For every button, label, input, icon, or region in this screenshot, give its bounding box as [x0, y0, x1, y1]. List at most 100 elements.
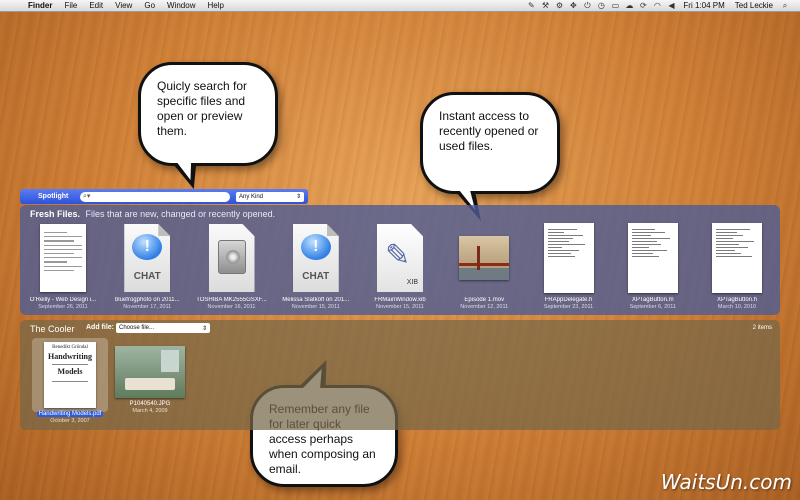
cover-title-1: Handwriting	[47, 352, 92, 361]
sync-icon[interactable]: ⟳	[636, 1, 650, 10]
file-date: September 6, 2011	[629, 304, 676, 310]
fresh-files-header: Fresh Files. Files that are new, changed…	[30, 209, 275, 219]
callout-tail	[172, 163, 206, 189]
cooler-item-selected[interactable]: Benedikt Gröndal Handwriting Models Hand…	[32, 338, 108, 424]
file-item[interactable]: ✎ XIB FRMainWindow.xib November 15, 2011	[365, 223, 435, 310]
cooler-file-date: October 3, 2007	[50, 418, 90, 424]
file-item[interactable]: ! CHAT Melissa Slatkoff on 201... Novemb…	[281, 223, 351, 310]
source-code-icon	[627, 223, 678, 293]
file-thumbnail	[627, 223, 678, 293]
menu-go[interactable]: Go	[138, 1, 161, 10]
fresh-files-title: Fresh Files.	[30, 209, 81, 219]
source-code-icon	[543, 223, 594, 293]
power-icon[interactable]: ⏻	[580, 1, 594, 11]
xib-file-icon: ✎ XIB	[377, 224, 423, 292]
clock-icon[interactable]: ◷	[594, 1, 608, 10]
menu-extras: ✎ ⚒ ⚙ ✥ ⏻ ◷ ▭ ☁ ⟳ ◠ ◀ Fri 1:04 PM Ted Le…	[524, 1, 800, 11]
spotlight-search-input[interactable]: ⌕▾	[80, 191, 230, 202]
file-item[interactable]: O'Reilly - Web Design i... September 26,…	[28, 223, 98, 310]
spotlight-bar: Spotlight ⌕▾ Any Kind ⇕	[20, 189, 308, 204]
file-item[interactable]: XPTagButton.h March 10, 2010	[702, 223, 772, 310]
file-thumbnail	[459, 223, 510, 293]
kind-select[interactable]: Any Kind ⇕	[236, 191, 304, 202]
display-icon[interactable]: ▭	[608, 1, 622, 10]
file-thumbnail	[207, 223, 257, 293]
file-thumbnail	[543, 223, 594, 293]
cooler-title: The Cooler	[30, 324, 75, 334]
menu-edit[interactable]: Edit	[83, 1, 109, 10]
choose-file-value: Choose file...	[119, 325, 155, 331]
menu-view[interactable]: View	[109, 1, 138, 10]
file-item[interactable]: XPTagButton.m September 6, 2011	[618, 223, 688, 310]
menu-help[interactable]: Help	[201, 1, 229, 10]
updown-arrows-icon: ⇕	[201, 325, 207, 332]
file-item[interactable]: Episode 1.mov November 12, 2011	[449, 223, 519, 310]
pdf-cover-thumbnail: Benedikt Gröndal Handwriting Models	[44, 342, 96, 408]
callout-search-text: Quicly search for specific files and ope…	[157, 79, 248, 138]
chat-label: CHAT	[133, 271, 161, 282]
file-name: XPTagButton.m	[631, 297, 674, 303]
cooler-panel: The Cooler Add file: Choose file... ⇕ 2 …	[20, 320, 780, 430]
hard-drive-icon	[208, 224, 255, 292]
file-date: November 15, 2011	[291, 304, 340, 310]
watermark: WaitsUn.com	[660, 470, 792, 494]
menu-file[interactable]: File	[58, 1, 83, 10]
cooler-file-date: March 4, 2009	[132, 408, 168, 414]
file-name: bluefrogphoto on 2011...	[114, 297, 180, 303]
chat-transcript-icon: ! CHAT	[124, 224, 171, 292]
photo-thumbnail	[115, 346, 185, 398]
file-date: September 23, 2011	[543, 304, 594, 310]
pen-icon[interactable]: ✎	[524, 1, 538, 10]
file-name: Melissa Slatkoff on 201...	[282, 297, 350, 303]
cover-author: Benedikt Gröndal	[52, 345, 88, 350]
chat-transcript-icon: ! CHAT	[292, 224, 339, 292]
file-thumbnail: ✎ XIB	[375, 223, 425, 293]
cooler-item[interactable]: P1040540.JPG March 4, 2009	[112, 338, 188, 414]
choose-file-select[interactable]: Choose file... ⇕	[116, 323, 210, 333]
source-code-icon	[712, 223, 762, 293]
file-thumbnail	[38, 223, 88, 293]
cooler-file-name: P1040540.JPG	[129, 401, 171, 407]
callout-recent: Instant access to recently opened or use…	[420, 92, 560, 221]
volume-icon[interactable]: ◀	[664, 1, 678, 10]
file-thumbnail: ! CHAT	[291, 223, 341, 293]
kind-select-value: Any Kind	[239, 193, 264, 200]
file-name: TOSHIBA MK2555GSXF...	[196, 297, 267, 303]
menu-clock[interactable]: Fri 1:04 PM	[678, 1, 729, 10]
file-thumbnail	[712, 223, 762, 293]
arrows-icon[interactable]: ✥	[566, 1, 580, 10]
cloud-icon[interactable]: ☁	[622, 1, 636, 10]
search-icon: ⌕▾	[83, 193, 91, 200]
file-date: March 10, 2010	[717, 304, 757, 310]
menu-finder[interactable]: Finder	[22, 1, 58, 10]
file-item[interactable]: ! CHAT bluefrogphoto on 2011... November…	[112, 223, 182, 310]
file-date: November 12, 2011	[460, 304, 509, 310]
file-date: November 16, 2011	[207, 304, 256, 310]
tool-icon[interactable]: ⚒	[538, 1, 552, 10]
gear-icon[interactable]: ⚙	[552, 1, 566, 10]
cooler-item-count: 2 items	[752, 325, 772, 331]
menu-user[interactable]: Ted Leckie	[730, 1, 778, 10]
callout-search: Quicly search for specific files and ope…	[138, 62, 278, 189]
spotlight-label: Spotlight	[38, 193, 69, 200]
chat-label: CHAT	[302, 271, 330, 282]
menu-window[interactable]: Window	[161, 1, 201, 10]
file-date: November 15, 2011	[376, 304, 424, 310]
file-name: Episode 1.mov	[464, 297, 505, 303]
file-name: XPTagButton.h	[716, 297, 758, 303]
file-item[interactable]: FRAppDelegate.h September 23, 2011	[534, 223, 604, 310]
file-name: FRMainWindow.xib	[374, 297, 426, 303]
file-date: September 26, 2011	[38, 304, 88, 310]
file-date: November 17, 2011	[123, 304, 172, 310]
callout-recent-text: Instant access to recently opened or use…	[439, 109, 539, 153]
spotlight-search-icon[interactable]: ⌕	[778, 1, 792, 11]
fresh-files-subtitle: Files that are new, changed or recently …	[85, 209, 276, 219]
fresh-files-list: O'Reilly - Web Design i... September 26,…	[28, 223, 772, 310]
file-name: FRAppDelegate.h	[544, 297, 593, 303]
file-name: O'Reilly - Web Design i...	[29, 297, 97, 303]
file-thumbnail: ! CHAT	[122, 223, 172, 293]
pdf-document-icon	[40, 224, 86, 292]
cooler-file-name: Handwriting Models.pdf	[36, 411, 104, 417]
wifi-icon[interactable]: ◠	[650, 1, 664, 10]
file-item[interactable]: TOSHIBA MK2555GSXF... November 16, 2011	[196, 223, 267, 310]
